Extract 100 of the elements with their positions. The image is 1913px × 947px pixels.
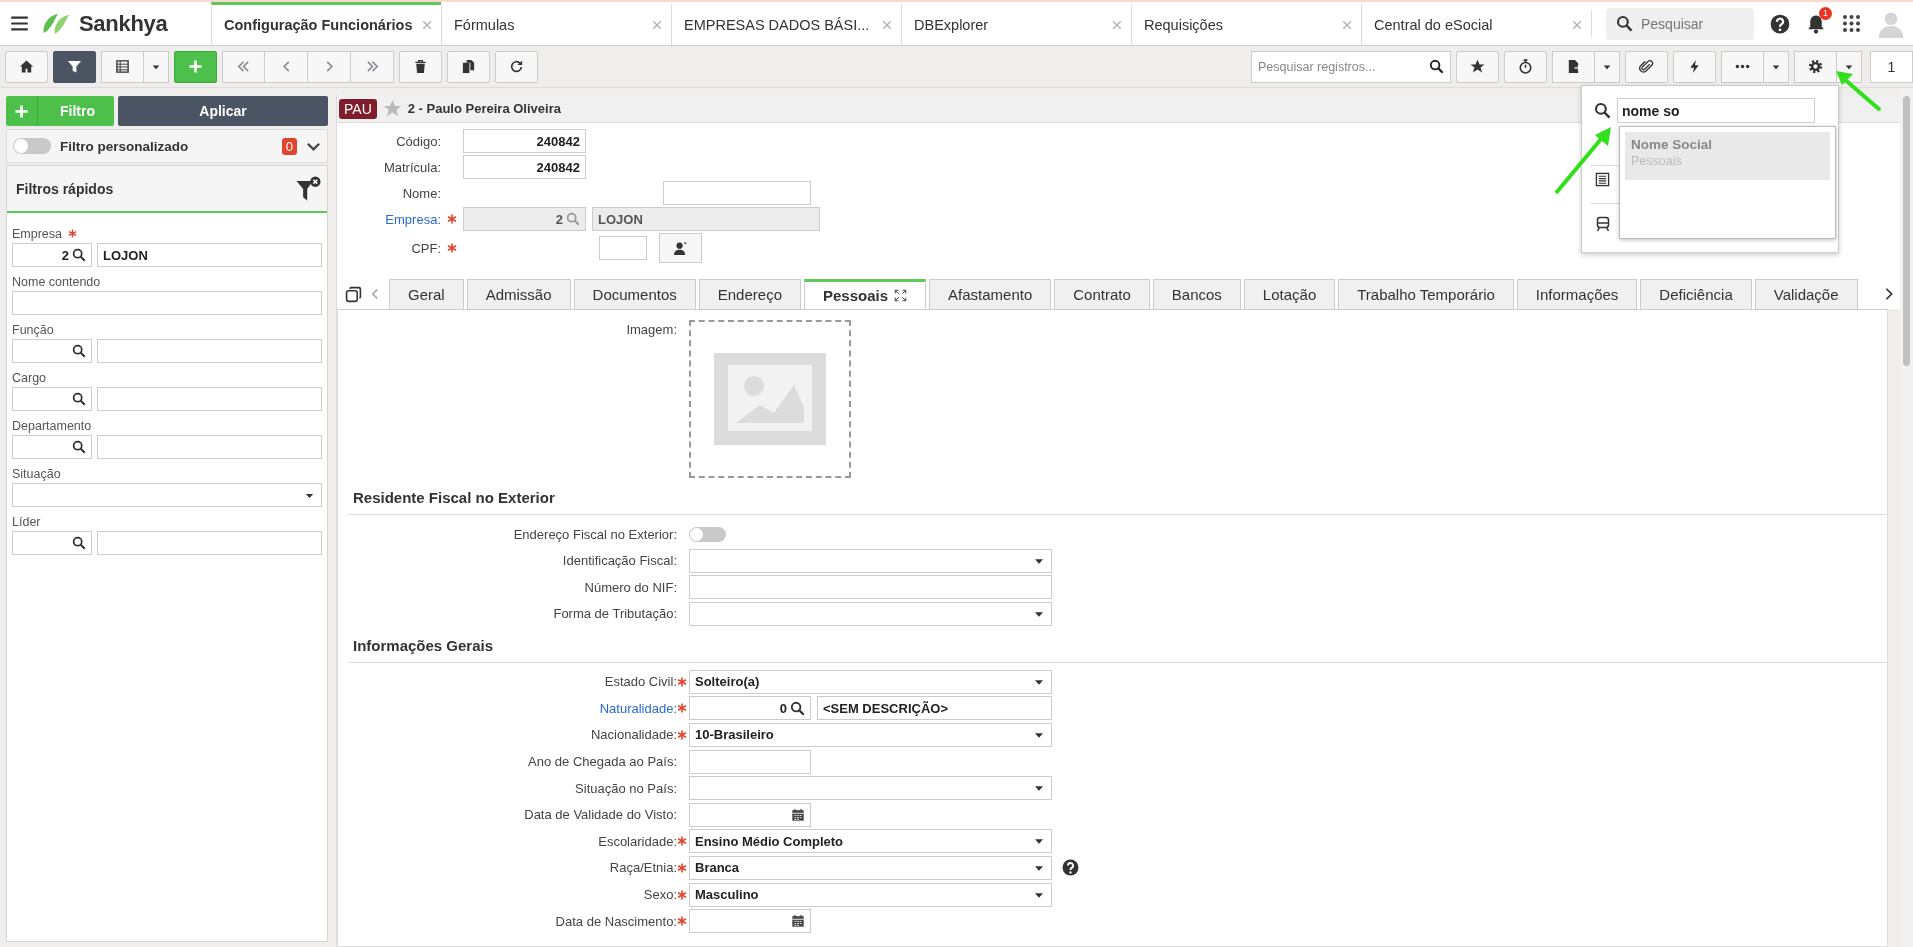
- tab[interactable]: Admissão: [466, 279, 571, 309]
- code-field[interactable]: [12, 531, 92, 555]
- document-button[interactable]: [1552, 50, 1595, 83]
- description-field[interactable]: LOJON: [97, 243, 322, 267]
- close-icon[interactable]: [651, 19, 663, 31]
- home-button[interactable]: [5, 50, 48, 83]
- help-icon[interactable]: [1770, 13, 1790, 34]
- code-field[interactable]: [12, 387, 92, 411]
- tab[interactable]: Documentos: [573, 279, 696, 309]
- menu-icon[interactable]: [10, 14, 29, 33]
- date-field[interactable]: [689, 909, 811, 934]
- app-tab[interactable]: Requisições: [1131, 2, 1361, 45]
- filter-button[interactable]: [53, 50, 96, 83]
- code-field[interactable]: [12, 435, 92, 459]
- number-field[interactable]: 240842: [463, 129, 586, 153]
- dropdown-button[interactable]: [1764, 50, 1789, 83]
- duplicate-button[interactable]: [447, 50, 490, 83]
- delete-button[interactable]: [399, 50, 442, 83]
- add-button[interactable]: [174, 50, 217, 83]
- next-button[interactable]: [308, 50, 351, 83]
- tab[interactable]: Informações: [1516, 279, 1638, 309]
- more-button[interactable]: [1721, 50, 1764, 83]
- input-field[interactable]: [97, 435, 322, 459]
- settings-button[interactable]: [1794, 50, 1837, 83]
- search-icon: [72, 536, 86, 550]
- close-icon[interactable]: [1111, 19, 1123, 31]
- description-field[interactable]: <SEM DESCRIÇÃO>: [817, 696, 1052, 721]
- close-icon[interactable]: [421, 19, 433, 31]
- clear-filter-icon[interactable]: [295, 175, 321, 202]
- toggle-switch[interactable]: [13, 138, 51, 154]
- tab[interactable]: Contrato: [1054, 279, 1150, 309]
- search-field[interactable]: Pesquisar: [1606, 7, 1754, 40]
- input-field[interactable]: [97, 531, 322, 555]
- table-button[interactable]: [101, 50, 144, 83]
- code-field[interactable]: [12, 339, 92, 363]
- delete-icon: [413, 59, 428, 74]
- attachment-button[interactable]: [1625, 50, 1668, 83]
- dropdown-button[interactable]: [1595, 50, 1620, 83]
- close-icon[interactable]: [1341, 19, 1353, 31]
- select-field[interactable]: Ensino Médio Completo: [689, 829, 1052, 854]
- select-field[interactable]: 10-Brasileiro: [689, 722, 1052, 747]
- last-button[interactable]: [351, 50, 394, 83]
- dropdown-button[interactable]: [144, 50, 169, 83]
- input-field[interactable]: [599, 236, 647, 260]
- select-field[interactable]: [689, 548, 1052, 573]
- select-field[interactable]: Masculino: [689, 882, 1052, 907]
- select-field[interactable]: Branca: [689, 855, 1052, 880]
- person-search-button[interactable]: [659, 233, 702, 263]
- input-field[interactable]: [663, 181, 811, 205]
- number-field[interactable]: 240842: [463, 155, 586, 179]
- apply-button[interactable]: Aplicar: [118, 96, 328, 126]
- app-tab[interactable]: EMPRESAS DADOS BÁSI...: [671, 2, 901, 45]
- tab[interactable]: Afastamento: [929, 279, 1052, 309]
- select-field[interactable]: [689, 776, 1052, 801]
- field-link[interactable]: Naturalidade:: [338, 700, 677, 716]
- close-icon[interactable]: [881, 19, 893, 31]
- app-tab[interactable]: Fórmulas: [441, 2, 671, 45]
- refresh-button[interactable]: [495, 50, 538, 83]
- apps-icon[interactable]: [1842, 14, 1861, 33]
- action-button[interactable]: [1673, 50, 1716, 83]
- search-field[interactable]: Pesquisar registros...: [1251, 50, 1451, 83]
- toggle-switch[interactable]: [689, 526, 726, 542]
- app-tab[interactable]: DBExplorer: [901, 2, 1131, 45]
- train-icon[interactable]: [1595, 216, 1611, 232]
- copy-icon[interactable]: [345, 285, 362, 303]
- tab[interactable]: Validaçõe: [1754, 279, 1858, 309]
- first-button[interactable]: [222, 50, 265, 83]
- tab[interactable]: Geral: [389, 279, 464, 309]
- input-field[interactable]: [689, 749, 811, 774]
- favorite-button[interactable]: [1456, 50, 1499, 83]
- code-field[interactable]: 0: [689, 696, 811, 721]
- app-tab[interactable]: Configuração Funcionários: [211, 2, 441, 45]
- scrollbar-thumb[interactable]: [1903, 96, 1910, 366]
- input-field[interactable]: [689, 575, 1052, 600]
- tab[interactable]: Lotação: [1243, 279, 1336, 309]
- expand-icon[interactable]: [894, 289, 908, 302]
- tab[interactable]: Trabalho Temporário: [1338, 279, 1514, 309]
- select-field[interactable]: [12, 483, 322, 507]
- input-field[interactable]: [97, 387, 322, 411]
- tab[interactable]: Endereço: [698, 279, 801, 309]
- image-placeholder[interactable]: [689, 320, 851, 478]
- previous-button[interactable]: [265, 50, 308, 83]
- duplicate-icon: [461, 59, 476, 74]
- input-field[interactable]: [97, 339, 322, 363]
- app-tab[interactable]: Central do eSocial: [1361, 2, 1591, 45]
- tab[interactable]: Bancos: [1152, 279, 1241, 309]
- close-icon[interactable]: [1571, 19, 1583, 31]
- search-field[interactable]: nome so: [1617, 98, 1815, 123]
- date-field[interactable]: [689, 802, 811, 827]
- help-icon[interactable]: [1062, 859, 1079, 877]
- timer-button[interactable]: [1504, 50, 1547, 83]
- tab[interactable]: Pessoais: [804, 279, 927, 309]
- input-field[interactable]: [12, 291, 322, 315]
- select-field[interactable]: Solteiro(a): [689, 669, 1052, 694]
- select-field[interactable]: [689, 601, 1052, 626]
- list-icon[interactable]: [1595, 172, 1610, 187]
- code-field[interactable]: 2: [12, 243, 92, 267]
- field-label: Sexo:: [642, 887, 677, 903]
- star-icon[interactable]: [382, 99, 402, 118]
- tab[interactable]: Deficiência: [1640, 279, 1752, 309]
